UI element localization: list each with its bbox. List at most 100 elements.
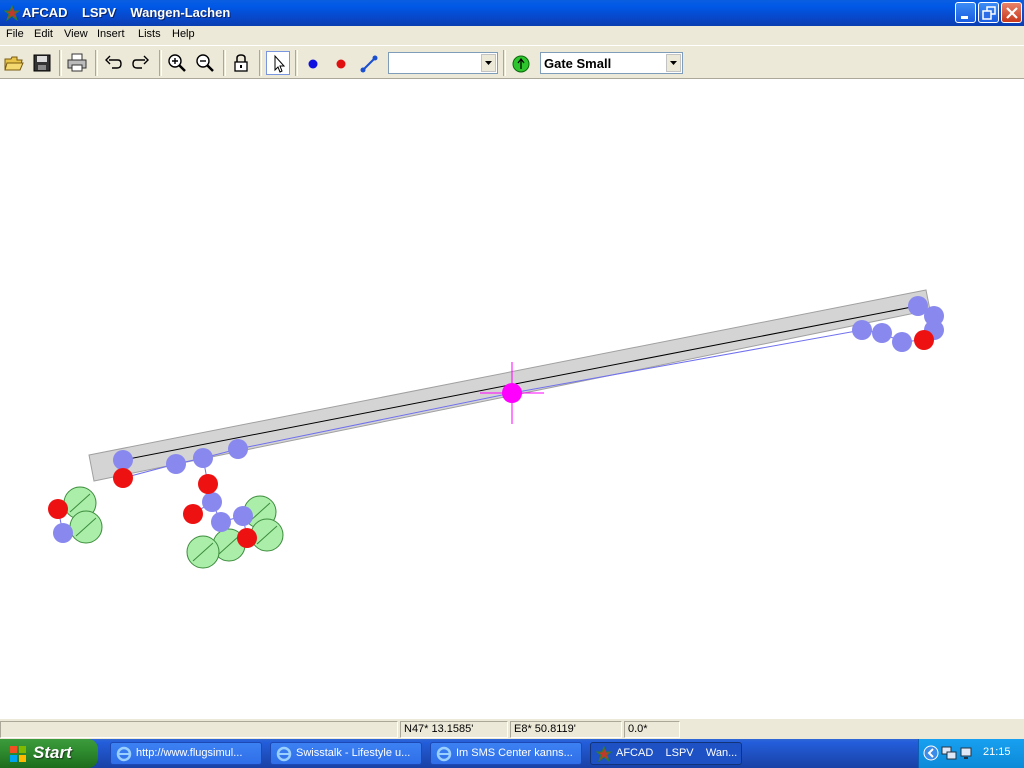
chevron-down-icon [670,61,677,65]
select-tool-button[interactable] [266,51,290,75]
toolbar: Gate Small [0,45,1024,79]
clock: 21:15 [983,746,1011,758]
lock-icon [234,54,248,72]
network-icon[interactable] [941,745,957,761]
add-parking-button[interactable] [509,51,533,75]
menu-insert[interactable]: Insert [97,28,125,40]
redo-button[interactable] [129,51,153,75]
hold-short-node[interactable] [198,474,218,494]
taskbar-item[interactable]: http://www.flugsimul... [110,742,262,765]
status-longitude: E8* 50.8119' [510,721,622,738]
taxiway-links [57,305,936,539]
hold-short-node[interactable] [48,499,68,519]
parking-spot[interactable] [186,535,220,569]
close-button[interactable] [1001,2,1022,23]
add-parking-icon [512,55,530,73]
menu-lists[interactable]: Lists [138,28,161,40]
menu-bar: File Edit View Insert Lists Help [0,26,1024,45]
add-link-icon [360,55,378,73]
add-node-button[interactable] [301,51,325,75]
hold-short-node[interactable] [113,468,133,488]
taxi-node[interactable] [228,439,248,459]
lock-button[interactable] [229,51,253,75]
internet-explorer-icon [116,746,132,762]
undo-button[interactable] [101,51,125,75]
taxi-node[interactable] [166,454,186,474]
taxi-node[interactable] [872,323,892,343]
select-pointer-icon [274,54,286,73]
status-heading: 0.0* [624,721,680,738]
taxi-node[interactable] [892,332,912,352]
show-hidden-icons-icon[interactable] [923,745,939,761]
taskbar-item[interactable]: Swisstalk - Lifestyle u... [270,742,422,765]
undo-icon [105,55,122,69]
hold-short-node[interactable] [914,330,934,350]
hold-short-node[interactable] [183,504,203,524]
toolbar-separator [95,50,98,76]
add-hold-node-button[interactable] [329,51,353,75]
internet-explorer-icon [436,746,452,762]
taskbar-item-label: AFCAD LSPV Wan... [616,747,738,759]
open-button[interactable] [2,51,26,75]
airport-layout [48,289,944,569]
parking-spot[interactable] [69,510,103,544]
taxi-node[interactable] [233,506,253,526]
toolbar-separator [503,50,506,76]
zoom-in-icon [168,54,186,72]
airport-map-canvas[interactable] [0,79,1024,719]
taskbar-item-label: Im SMS Center kanns... [456,747,573,759]
minimize-icon [961,16,968,19]
print-button[interactable] [65,51,89,75]
system-tray: 21:15 [918,739,1024,768]
dropdown-arrow[interactable] [666,54,681,72]
save-button[interactable] [30,51,54,75]
runway-centerline [122,305,918,461]
title-bar[interactable]: AFCAD LSPV Wangen-Lachen [0,0,1024,26]
toolbar-separator [295,50,298,76]
taxi-node[interactable] [202,492,222,512]
internet-explorer-icon [276,746,292,762]
status-message [0,721,398,738]
afcad-icon [596,746,612,762]
network-connection-icon[interactable] [959,745,975,761]
taxi-node[interactable] [852,320,872,340]
add-red-node-icon [336,59,346,69]
taxi-node[interactable] [53,523,73,543]
menu-help[interactable]: Help [172,28,195,40]
menu-view[interactable]: View [64,28,88,40]
taskbar-item-active[interactable]: AFCAD LSPV Wan... [590,742,742,765]
parking-type-value: Gate Small [544,56,612,71]
link-type-select[interactable] [388,52,498,74]
taxi-node[interactable] [211,512,231,532]
menu-file[interactable]: File [6,28,24,40]
add-blue-node-icon [308,59,318,69]
restore-icon [982,6,996,20]
dropdown-arrow[interactable] [481,54,496,72]
taskbar-item-label: Swisstalk - Lifestyle u... [296,747,411,759]
toolbar-separator [59,50,62,76]
afcad-icon [4,5,20,21]
hold-short-node[interactable] [237,528,257,548]
status-latitude: N47* 13.1585' [400,721,508,738]
taskbar-item[interactable]: Im SMS Center kanns... [430,742,582,765]
taxi-node[interactable] [113,450,133,470]
minimize-button[interactable] [955,2,976,23]
parking-type-select[interactable]: Gate Small [540,52,683,74]
restore-button[interactable] [978,2,999,23]
close-icon [1006,7,1018,19]
zoom-out-button[interactable] [193,51,217,75]
start-button[interactable]: Start [0,739,98,768]
add-link-button[interactable] [357,51,381,75]
print-icon [67,53,87,72]
taskbar-item-label: http://www.flugsimul... [136,747,243,759]
status-bar: N47* 13.1585' E8* 50.8119' 0.0* [0,719,1024,739]
taxi-node[interactable] [193,448,213,468]
zoom-in-button[interactable] [165,51,189,75]
open-icon [4,56,24,71]
start-label: Start [33,743,72,762]
toolbar-separator [223,50,226,76]
taskbar: Start http://www.flugsimul... Swisstalk … [0,739,1024,768]
zoom-out-icon [196,54,214,72]
menu-edit[interactable]: Edit [34,28,53,40]
windows-logo-icon [10,746,26,762]
